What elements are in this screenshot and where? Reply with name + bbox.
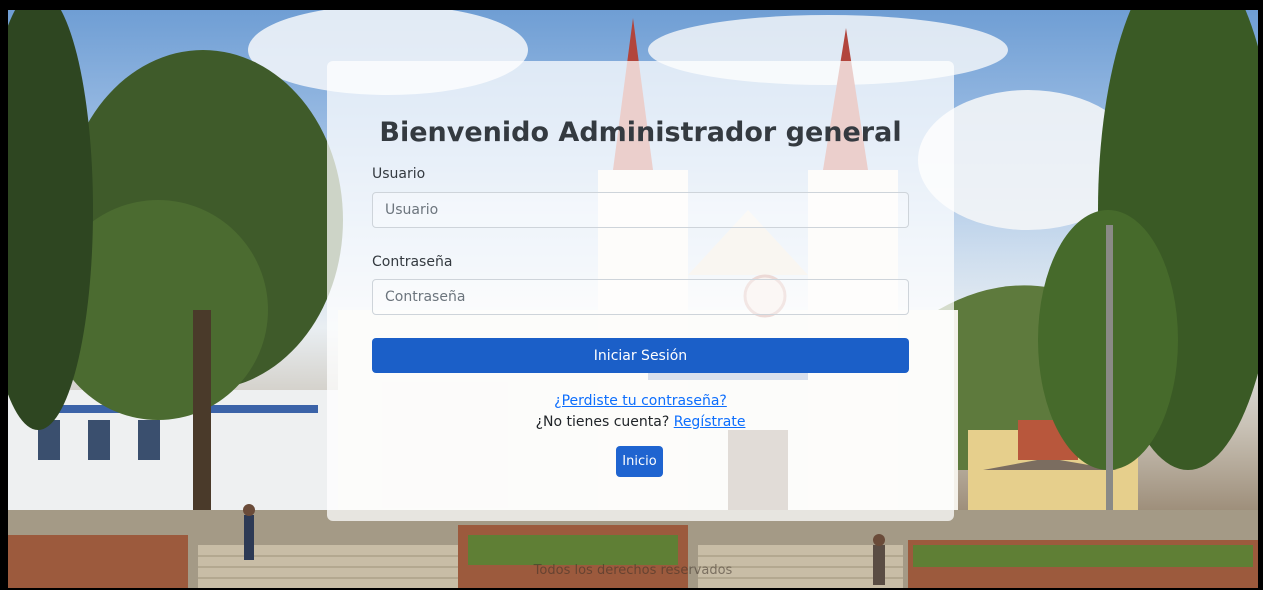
username-label: Usuario	[372, 166, 426, 182]
login-submit-button[interactable]: Iniciar Sesión	[372, 338, 909, 373]
footer-copyright: Todos los derechos reservados	[533, 563, 733, 578]
register-link[interactable]: Regístrate	[674, 414, 746, 430]
register-row: ¿No tienes cuenta? Regístrate	[327, 414, 954, 430]
forgot-password-link[interactable]: ¿Perdiste tu contraseña?	[554, 393, 727, 409]
forgot-password-row: ¿Perdiste tu contraseña?	[327, 393, 954, 409]
password-input[interactable]	[372, 279, 909, 315]
home-button[interactable]: Inicio	[616, 446, 663, 477]
page-frame: Bienvenido Administrador general Usuario…	[8, 10, 1258, 588]
login-card: Bienvenido Administrador general Usuario…	[327, 61, 954, 521]
no-account-text: ¿No tienes cuenta?	[535, 414, 670, 430]
username-input[interactable]	[372, 192, 909, 228]
password-label: Contraseña	[372, 254, 453, 270]
login-title: Bienvenido Administrador general	[379, 117, 902, 148]
